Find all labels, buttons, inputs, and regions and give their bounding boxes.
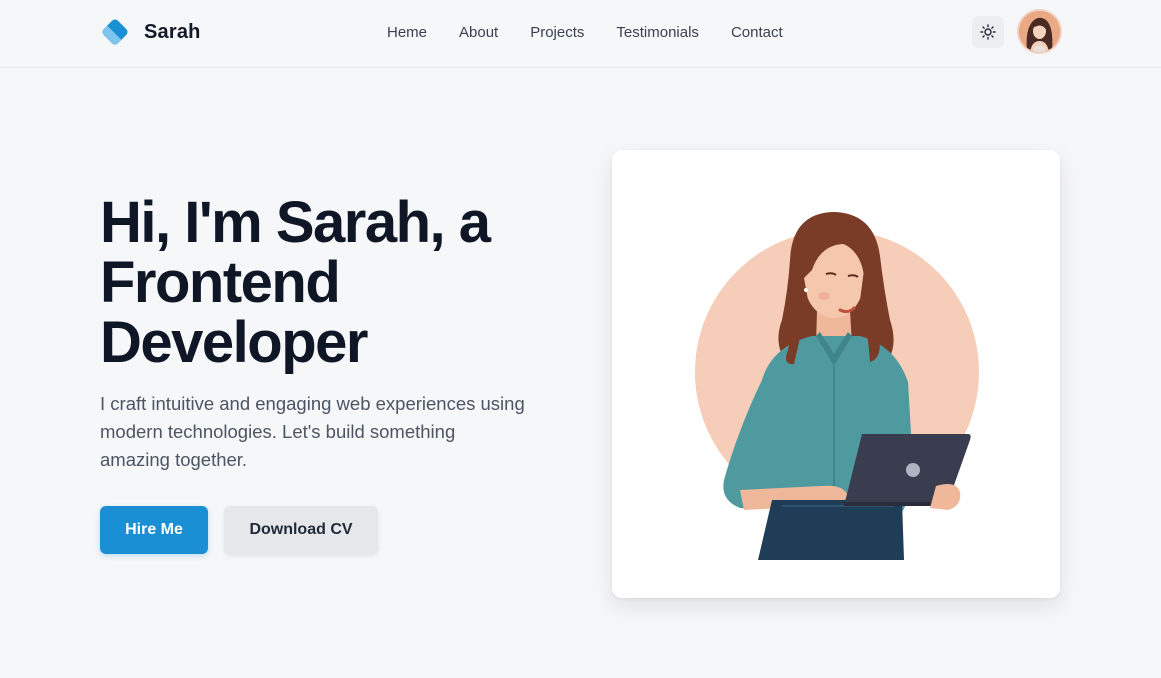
hero-subtitle: I craft intuitive and engaging web exper…: [100, 390, 570, 474]
sun-icon: [980, 24, 996, 40]
nav-item-projects[interactable]: Projects: [514, 16, 600, 49]
nav-item-about[interactable]: About: [443, 16, 514, 49]
user-avatar[interactable]: [1019, 11, 1060, 52]
nav-item-contact[interactable]: Contact: [715, 16, 799, 49]
hero-title: Hi, I'm Sarah, a Frontend Developer: [100, 193, 580, 373]
brand-name: Sarah: [144, 20, 201, 43]
brand-logo-link[interactable]: Sarah: [100, 17, 201, 47]
woman-with-laptop-illustration: [695, 212, 979, 560]
hero-subtitle-line: I craft intuitive and engaging web exper…: [100, 393, 525, 414]
tilted-square-logo-icon: [102, 19, 128, 45]
hire-me-button[interactable]: Hire Me: [100, 506, 208, 554]
hero-title-line: Developer: [100, 310, 368, 375]
site-header: Sarah Heme About Projects Testimonials C…: [0, 0, 1161, 68]
hero-title-line: Hi, I'm Sarah, a: [100, 190, 491, 255]
main-nav: Heme About Projects Testimonials Contact: [371, 0, 799, 64]
theme-toggle-button[interactable]: [972, 16, 1004, 48]
nav-item-testimonials[interactable]: Testimonials: [600, 16, 715, 49]
download-cv-button[interactable]: Download CV: [224, 506, 378, 554]
hero-image-card: [612, 150, 1060, 598]
hero-subtitle-line: modern technologies. Let's build somethi…: [100, 421, 456, 442]
nav-item-home[interactable]: Heme: [371, 16, 443, 49]
hero-title-line: Frontend: [100, 250, 341, 315]
hero-subtitle-line: amazing together.: [100, 449, 248, 470]
avatar-portrait-icon: [1019, 11, 1060, 52]
